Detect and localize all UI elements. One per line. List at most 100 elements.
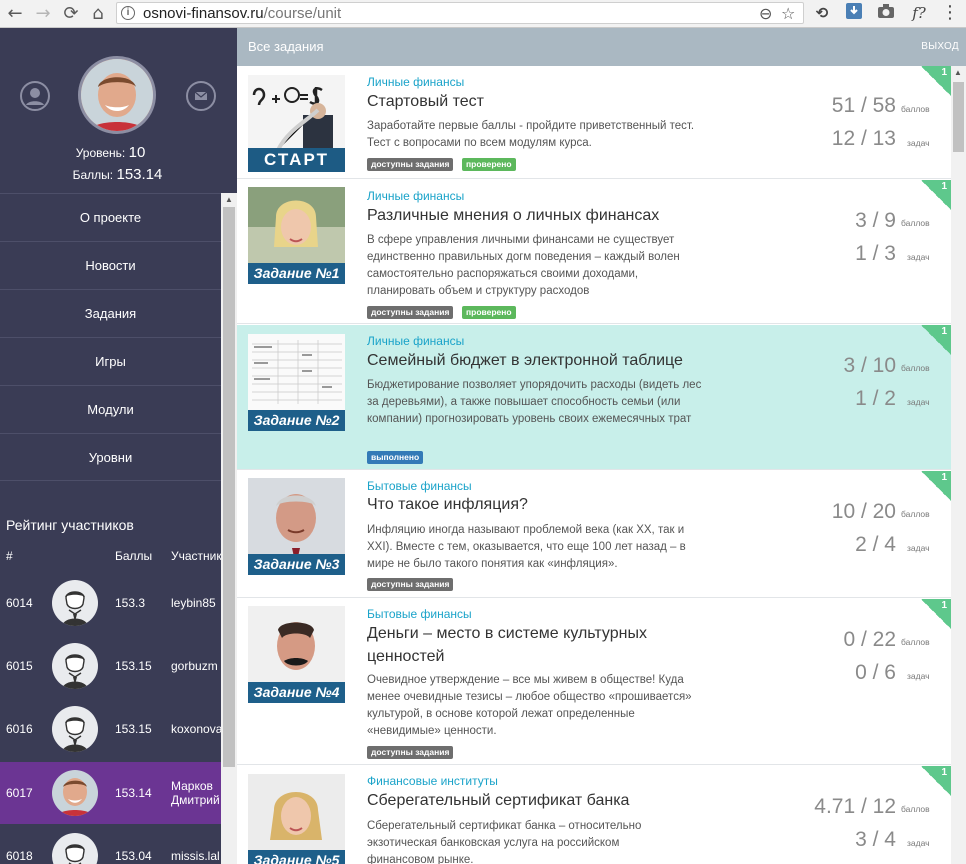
rating-rank: 6015: [6, 659, 33, 673]
thumbnail-label: Задание №3: [248, 554, 345, 575]
task-card[interactable]: Задание №5 Финансовые институты Сберегат…: [237, 766, 951, 864]
rating-name[interactable]: gorbuzm: [171, 659, 221, 673]
menu-item-modules[interactable]: Модули: [0, 385, 221, 433]
rating-header-name: Участник: [171, 549, 221, 563]
reload-icon[interactable]: ⟳: [60, 3, 82, 25]
home-icon[interactable]: ⌂: [87, 3, 109, 25]
tasks-label: задач: [907, 543, 930, 553]
default-avatar-icon: [52, 580, 98, 626]
task-thumbnail[interactable]: Задание №3: [248, 478, 345, 575]
tasks-label: задач: [907, 838, 930, 848]
rating-name[interactable]: Марков Дмитрий: [171, 779, 221, 807]
scroll-up-icon[interactable]: ▲: [225, 195, 233, 204]
points-label: баллов: [901, 637, 930, 647]
default-avatar-icon: [52, 706, 98, 752]
task-thumbnail[interactable]: СТАРТ: [248, 75, 345, 172]
profile-icon[interactable]: [20, 81, 50, 111]
task-description: Заработайте первые баллы - пройдите прив…: [367, 120, 695, 149]
rating-row-current-user[interactable]: 6017 153.14 Марков Дмитрий: [0, 762, 221, 824]
task-thumbnail[interactable]: Задание №2: [248, 334, 345, 431]
task-title[interactable]: Семейный бюджет в электронной таблице: [367, 349, 697, 372]
menu-item-news[interactable]: Новости: [0, 241, 221, 289]
task-card[interactable]: Задание №3 Бытовые финансы Что такое инф…: [237, 471, 951, 598]
points-label: баллов: [901, 509, 930, 519]
task-title[interactable]: Стартовый тест: [367, 90, 697, 113]
thumbnail-label: Задание №5: [248, 850, 345, 864]
task-description: Бюджетирование позволяет упорядочить рас…: [367, 379, 702, 425]
user-avatar[interactable]: [78, 56, 156, 134]
task-category[interactable]: Личные финансы: [367, 189, 464, 203]
rating-row[interactable]: 6016 153.15 koxonova: [0, 698, 221, 760]
task-thumbnail[interactable]: Задание №4: [248, 606, 345, 703]
task-description: Сберегательный сертификат банка – относи…: [367, 820, 642, 864]
forward-icon[interactable]: →: [32, 3, 54, 25]
url-host: osnovi-finansov.ru: [143, 5, 264, 22]
task-card[interactable]: Задание №2 Личные финансы Семейный бюдже…: [237, 325, 951, 470]
rating-score: 153.15: [115, 722, 152, 736]
corner-count: 1: [941, 600, 947, 611]
task-category[interactable]: Бытовые финансы: [367, 607, 472, 621]
menu-dots-icon[interactable]: ⋮: [940, 3, 960, 23]
rating-rank: 6018: [6, 849, 33, 863]
task-card[interactable]: Задание №1 Личные финансы Различные мнен…: [237, 180, 951, 324]
rating-row[interactable]: 6014 153.3 leybin85: [0, 572, 221, 634]
formula-extension-icon[interactable]: f?: [906, 3, 932, 23]
rating-row[interactable]: 6018 153.04 missis.lal: [0, 825, 221, 864]
bookmark-star-icon[interactable]: ☆: [781, 4, 795, 23]
task-card[interactable]: Задание №4 Бытовые финансы Деньги – мест…: [237, 599, 951, 765]
task-title[interactable]: Что такое инфляция?: [367, 493, 697, 516]
rating-name[interactable]: leybin85: [171, 596, 221, 610]
task-count: 2 / 4: [855, 533, 896, 556]
rating-score: 153.15: [115, 659, 152, 673]
profile-block: Уровень: 10 Баллы: 153.14: [0, 28, 221, 193]
menu-item-games[interactable]: Игры: [0, 337, 221, 385]
thumbnail-label: Задание №4: [248, 682, 345, 703]
task-thumbnail[interactable]: Задание №1: [248, 187, 345, 284]
rating-name[interactable]: koxonova: [171, 722, 221, 736]
zoom-out-icon[interactable]: ⊖: [759, 4, 772, 23]
status-badge-checked: проверено: [462, 306, 516, 319]
thumbnail-label: СТАРТ: [248, 148, 345, 172]
task-corner-flag: 1: [921, 66, 951, 96]
task-title[interactable]: Деньги – место в системе культурных ценн…: [367, 622, 697, 668]
logout-link[interactable]: ВЫХОД: [921, 41, 959, 52]
task-card[interactable]: СТАРТ Личные финансы Стартовый тест Зара…: [237, 66, 951, 179]
scrollbar-thumb[interactable]: [223, 207, 235, 767]
rating-name[interactable]: missis.lal: [171, 849, 221, 863]
task-points: 4.71 / 12: [814, 795, 896, 818]
rating-rank: 6014: [6, 596, 33, 610]
task-corner-flag: 1: [921, 325, 951, 355]
scroll-up-icon[interactable]: ▲: [954, 68, 962, 77]
rating-header-rank: #: [6, 549, 13, 563]
menu-item-tasks[interactable]: Задания: [0, 289, 221, 337]
task-title[interactable]: Различные мнения о личных финансах: [367, 204, 697, 227]
task-corner-flag: 1: [921, 180, 951, 210]
task-category[interactable]: Финансовые институты: [367, 774, 498, 788]
back-icon[interactable]: ←: [4, 3, 26, 25]
sidebar-scrollbar[interactable]: ▲: [221, 193, 237, 864]
scrollbar-thumb[interactable]: [953, 82, 964, 152]
camera-extension-icon[interactable]: [876, 3, 896, 23]
task-thumbnail[interactable]: Задание №5: [248, 774, 345, 864]
address-bar[interactable]: i osnovi-finansov.ru/course/unit ⊖ ☆: [116, 2, 804, 24]
download-extension-icon[interactable]: [844, 3, 864, 23]
task-category[interactable]: Личные финансы: [367, 334, 464, 348]
task-corner-flag: 1: [921, 599, 951, 629]
task-description: В сфере управления личными финансами не …: [367, 234, 680, 297]
corner-count: 1: [941, 181, 947, 192]
menu-item-levels[interactable]: Уровни: [0, 433, 221, 481]
points-label: баллов: [901, 218, 930, 228]
task-points: 3 / 9: [855, 209, 896, 232]
task-title[interactable]: Сберегательный сертификат банка: [367, 789, 697, 812]
mail-icon[interactable]: [186, 81, 216, 111]
sync-extension-icon[interactable]: ⟲: [812, 3, 832, 23]
main-scrollbar[interactable]: ▲: [951, 66, 966, 864]
status-badge-available: доступны задания: [367, 578, 454, 591]
task-category[interactable]: Личные финансы: [367, 75, 464, 89]
menu-item-about[interactable]: О проекте: [0, 193, 221, 241]
rating-row[interactable]: 6015 153.15 gorbuzm: [0, 635, 221, 697]
info-icon[interactable]: i: [121, 6, 135, 20]
corner-count: 1: [941, 326, 947, 337]
task-category[interactable]: Бытовые финансы: [367, 479, 472, 493]
rating-rank: 6017: [6, 786, 33, 800]
